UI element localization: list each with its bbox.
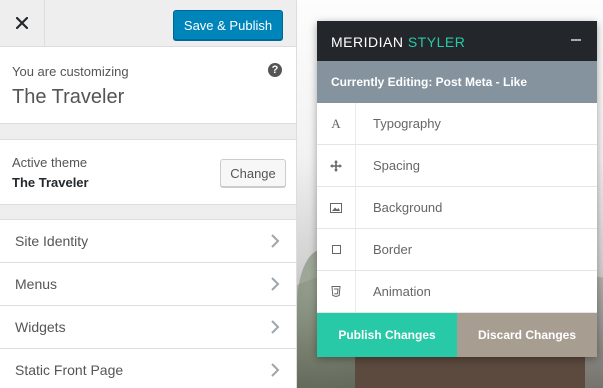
customizing-label: You are customizing bbox=[12, 64, 129, 79]
discard-changes-button[interactable]: Discard Changes bbox=[457, 313, 597, 357]
site-title: The Traveler bbox=[12, 86, 125, 108]
save-publish-button[interactable]: Save & Publish bbox=[173, 10, 283, 40]
chevron-right-icon bbox=[271, 320, 280, 334]
brand-accent: STYLER bbox=[407, 34, 466, 50]
option-border[interactable]: Border bbox=[317, 229, 597, 271]
brand-main: MERIDIAN bbox=[331, 34, 404, 50]
customizer-sections: Site Identity Menus Widgets Static Front… bbox=[0, 219, 296, 388]
styler-brand: MERIDIAN STYLER bbox=[331, 34, 465, 50]
section-label: Site Identity bbox=[15, 233, 89, 249]
typography-icon: A bbox=[317, 103, 356, 144]
chevron-right-icon bbox=[271, 363, 280, 377]
close-icon bbox=[16, 17, 28, 29]
option-spacing[interactable]: Spacing bbox=[317, 145, 597, 187]
chevron-right-icon bbox=[271, 277, 280, 291]
minimize-icon[interactable] bbox=[571, 39, 581, 41]
close-button[interactable] bbox=[0, 0, 45, 46]
editing-label: Currently Editing: Post Meta - Like bbox=[331, 75, 528, 89]
customizer-header: Save & Publish bbox=[0, 0, 296, 47]
section-label: Widgets bbox=[15, 319, 66, 335]
styler-panel: MERIDIAN STYLER Currently Editing: Post … bbox=[317, 21, 597, 357]
square-icon bbox=[317, 229, 356, 270]
styler-options: A Typography Spacing Background Border A… bbox=[317, 103, 597, 313]
option-animation[interactable]: Animation bbox=[317, 271, 597, 313]
section-label: Static Front Page bbox=[15, 362, 124, 378]
section-static-front-page[interactable]: Static Front Page bbox=[0, 348, 296, 388]
section-label: Menus bbox=[15, 276, 58, 292]
customizer-sidebar: Save & Publish You are customizing The T… bbox=[0, 0, 297, 388]
help-icon[interactable]: ? bbox=[268, 63, 282, 77]
active-theme-name: The Traveler bbox=[12, 175, 89, 190]
option-label: Background bbox=[373, 200, 443, 215]
section-widgets[interactable]: Widgets bbox=[0, 305, 296, 348]
option-label: Border bbox=[373, 242, 413, 257]
option-label: Animation bbox=[373, 284, 431, 299]
styler-footer: Publish Changes Discard Changes bbox=[317, 313, 597, 357]
change-theme-button[interactable]: Change bbox=[220, 159, 286, 187]
option-background[interactable]: Background bbox=[317, 187, 597, 229]
section-menus[interactable]: Menus bbox=[0, 262, 296, 305]
active-theme-label: Active theme bbox=[12, 155, 88, 170]
image-icon bbox=[317, 187, 356, 228]
option-label: Spacing bbox=[373, 158, 420, 173]
chevron-right-icon bbox=[271, 234, 280, 248]
customizing-info: You are customizing The Traveler ? bbox=[0, 47, 296, 124]
css3-icon bbox=[317, 271, 356, 312]
publish-changes-button[interactable]: Publish Changes bbox=[317, 313, 457, 357]
section-site-identity[interactable]: Site Identity bbox=[0, 219, 296, 262]
styler-header: MERIDIAN STYLER bbox=[317, 21, 597, 61]
active-theme-section: Active theme The Traveler Change bbox=[0, 139, 296, 205]
move-icon bbox=[317, 145, 356, 186]
option-typography[interactable]: A Typography bbox=[317, 103, 597, 145]
option-label: Typography bbox=[373, 116, 441, 131]
styler-editing-bar: Currently Editing: Post Meta - Like bbox=[317, 61, 597, 103]
